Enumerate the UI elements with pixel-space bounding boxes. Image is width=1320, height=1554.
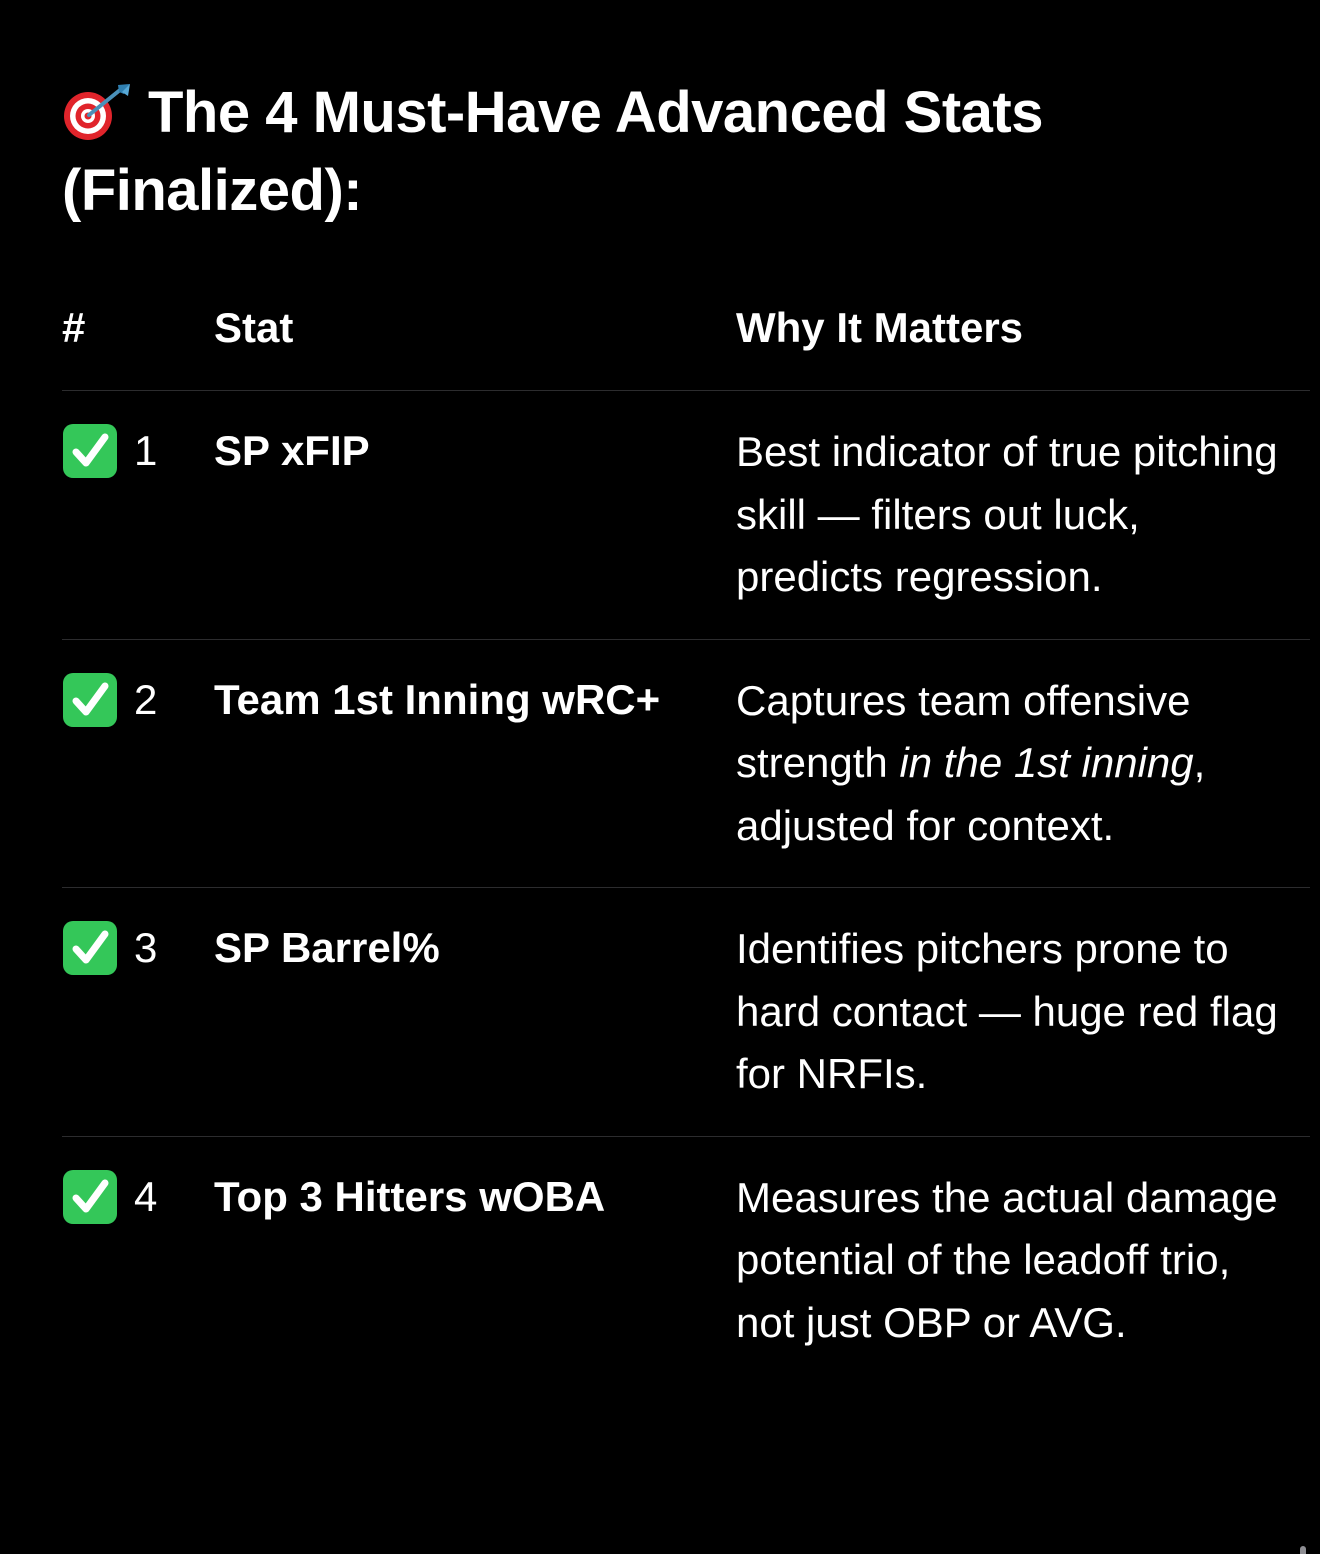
- row-number-cell: 4: [62, 1169, 158, 1225]
- row-number-cell: 3: [62, 921, 157, 975]
- stat-explanation: Best indicator of true pitching skill — …: [736, 391, 1296, 639]
- row-number: 3: [134, 924, 158, 971]
- white-check-mark-icon: [62, 920, 118, 976]
- row-number: 1: [134, 427, 158, 474]
- white-check-mark-icon: [62, 672, 118, 728]
- scroll-indicator[interactable]: [1300, 1546, 1306, 1554]
- heading-text: The 4 Must-Have Advanced Stats (Finalize…: [62, 80, 1044, 223]
- explanation-text: Measures the actual damage potential of …: [736, 1173, 1278, 1346]
- stat-name: SP xFIP: [214, 427, 370, 474]
- table-row: 1 SP xFIP Best indicator of true pitchin…: [62, 391, 1310, 640]
- white-check-mark-icon: [62, 1169, 118, 1225]
- row-number-cell: 1: [62, 424, 157, 478]
- explanation-text: Identifies pitchers prone to hard contac…: [736, 925, 1278, 1097]
- stat-explanation: Identifies pitchers prone to hard contac…: [736, 888, 1296, 1136]
- table-header-row: # Stat Why It Matters: [62, 290, 1310, 391]
- stat-explanation: Measures the actual damage potential of …: [736, 1137, 1296, 1385]
- stat-name: SP Barrel%: [214, 924, 440, 971]
- direct-hit-icon: [62, 82, 132, 140]
- stat-name: Team 1st Inning wRC+: [214, 675, 661, 723]
- row-number: 2: [134, 675, 158, 723]
- section-heading: The 4 Must-Have Advanced Stats (Finalize…: [62, 74, 1162, 230]
- explanation-text: Best indicator of true pitching skill — …: [736, 428, 1278, 600]
- stat-explanation: Captures team offensive strength in the …: [736, 640, 1296, 888]
- table-row: 2 Team 1st Inning wRC+ Captures team off…: [62, 640, 1310, 888]
- row-number: 4: [134, 1172, 158, 1220]
- header-why-it-matters: Why It Matters: [736, 304, 1024, 351]
- header-number: #: [62, 304, 86, 351]
- row-number-cell: 2: [62, 672, 158, 728]
- explanation-emphasis: in the 1st inning: [899, 739, 1194, 786]
- table-row: 4 Top 3 Hitters wOBA Measures the actual…: [62, 1137, 1310, 1385]
- stat-name: Top 3 Hitters wOBA: [214, 1172, 606, 1220]
- white-check-mark-icon: [62, 423, 118, 479]
- header-stat: Stat: [214, 304, 294, 351]
- table-row: 3 SP Barrel% Identifies pitchers prone t…: [62, 888, 1310, 1137]
- stats-table: # Stat Why It Matters 1 SP xFIP Best ind…: [62, 290, 1310, 1384]
